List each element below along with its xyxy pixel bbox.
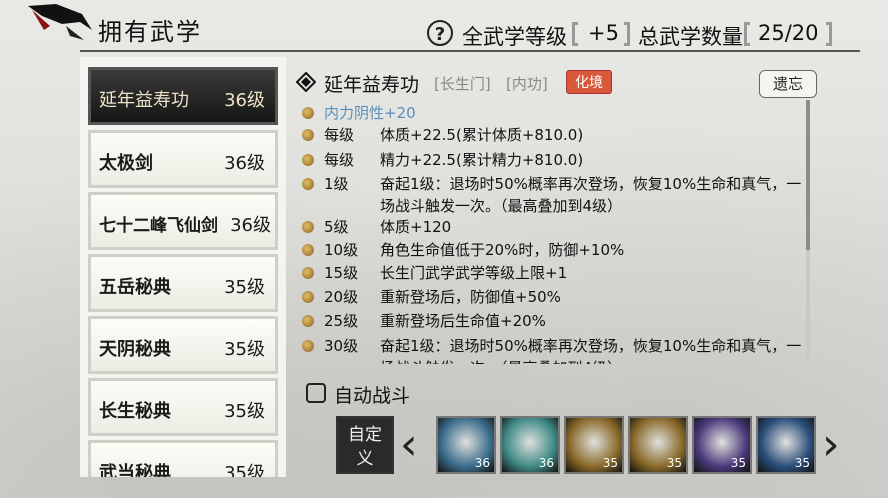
list-item[interactable]: 太极剑 36级 [88,130,278,188]
item-level: 36级 [230,215,271,236]
list-item[interactable]: 五岳秘典 35级 [88,254,278,312]
row-value: 长生门武学武学等级上限+1 [380,264,568,282]
all-level-label: 全武学等级 [462,25,567,49]
question-mark-icon[interactable]: ? [427,20,453,46]
skill-sect-tag: [长生门] [434,75,491,93]
row-key: 每级 [324,151,355,169]
skill-level: 36 [538,456,554,470]
forget-button[interactable]: 遗忘 [759,70,817,98]
item-level: 35级 [224,401,265,422]
row-value: 精力+22.5(累计精力+810.0) [380,151,584,169]
bullet-icon [302,315,314,327]
row-key: 1级 [324,175,349,193]
skill-level: 35 [730,456,746,470]
skill-name: 延年益寿功 [324,74,420,96]
list-item[interactable]: 七十二峰飞仙剑 36级 [88,192,278,250]
all-level-value: +5 [588,21,619,45]
row-value: 奋起1级：退场时50%概率再次登场，恢复10%生命和真气，一场战斗触发一次。（最… [380,337,802,364]
row-key: 30级 [324,337,359,355]
total-label: 总武学数量 [638,25,743,49]
list-item[interactable]: 天阴秘典 35级 [88,316,278,374]
item-level: 36级 [224,153,265,174]
skill-slot[interactable]: 35 [756,416,816,474]
bracket-right [826,22,832,46]
detail-scrollbar-thumb[interactable] [806,100,810,250]
row-key: 10级 [324,241,359,259]
bullet-icon [302,154,314,166]
row-key: 15级 [324,264,359,282]
custom-button-label: 自定义 [348,425,382,469]
bullet-icon [302,129,314,141]
skill-slot[interactable]: 35 [692,416,752,474]
martial-arts-list[interactable]: 延年益寿功 36级 太极剑 36级 七十二峰飞仙剑 36级 五岳秘典 35级 天… [80,57,286,477]
item-name: 七十二峰飞仙剑 [99,216,218,236]
bullet-icon [302,178,314,190]
bracket-left [572,22,578,46]
skill-type-tag: [内功] [506,75,548,93]
diamond-icon [296,72,316,92]
attribute-text: 内力阴性+20 [324,104,416,122]
custom-button[interactable]: 自定义 [336,416,394,474]
skill-level: 36 [474,456,490,470]
list-item[interactable]: 延年益寿功 36级 [88,67,278,125]
item-name: 五岳秘典 [99,277,171,298]
item-name: 天阴秘典 [99,339,171,360]
chevron-right-icon[interactable]: › [822,420,846,474]
page-title: 拥有武学 [98,18,202,46]
total-value: 25/20 [758,21,819,45]
row-value: 重新登场后生命值+20% [380,312,546,330]
auto-battle-label: 自动战斗 [334,385,411,407]
bullet-icon [302,291,314,303]
item-name: 太极剑 [99,153,153,174]
rank-badge: 化境 [566,70,612,94]
item-name: 长生秘典 [99,401,171,422]
row-key: 20级 [324,288,359,306]
skill-level: 35 [666,456,682,470]
bullet-icon [302,267,314,279]
list-item[interactable]: 武当秘典 35级 [88,440,278,477]
bracket-right [624,22,630,46]
skill-slot[interactable]: 35 [564,416,624,474]
bullet-icon [302,340,314,352]
row-value: 体质+22.5(累计体质+810.0) [380,126,584,144]
back-brush-icon[interactable] [22,0,98,48]
row-value: 重新登场后，防御值+50% [380,288,561,306]
skill-slot[interactable]: 36 [436,416,496,474]
item-name: 武当秘典 [99,463,171,477]
chevron-left-icon[interactable]: ‹ [400,420,424,474]
bullet-icon [302,244,314,256]
martial-arts-window: 拥有武学 ? 全武学等级 +5 总武学数量 25/20 延年益寿功 36级 太极… [0,0,888,498]
item-level: 35级 [224,339,265,360]
row-key: 5级 [324,218,349,236]
item-name: 延年益寿功 [99,90,189,111]
skill-detail-panel: 延年益寿功 [长生门] [内功] 化境 遗忘 内力阴性+20 每级 体质+22.… [296,64,824,364]
row-key: 25级 [324,312,359,330]
skill-slot[interactable]: 36 [500,416,560,474]
skill-slot[interactable]: 35 [628,416,688,474]
header-divider [80,50,860,52]
item-level: 35级 [224,277,265,298]
row-value: 奋起1级：退场时50%概率再次登场，恢复10%生命和真气，一场战斗触发一次。（最… [380,175,802,215]
skill-level: 35 [794,456,810,470]
bullet-icon [302,221,314,233]
monitor-icon [306,383,326,403]
bracket-left [744,22,750,46]
row-value: 体质+120 [380,218,452,236]
bullet-icon [302,107,314,119]
item-level: 36级 [224,90,265,111]
row-value: 角色生命值低于20%时，防御+10% [380,241,625,259]
list-item[interactable]: 长生秘典 35级 [88,378,278,436]
item-level: 35级 [224,463,265,477]
skill-level: 35 [602,456,618,470]
row-key: 每级 [324,126,355,144]
